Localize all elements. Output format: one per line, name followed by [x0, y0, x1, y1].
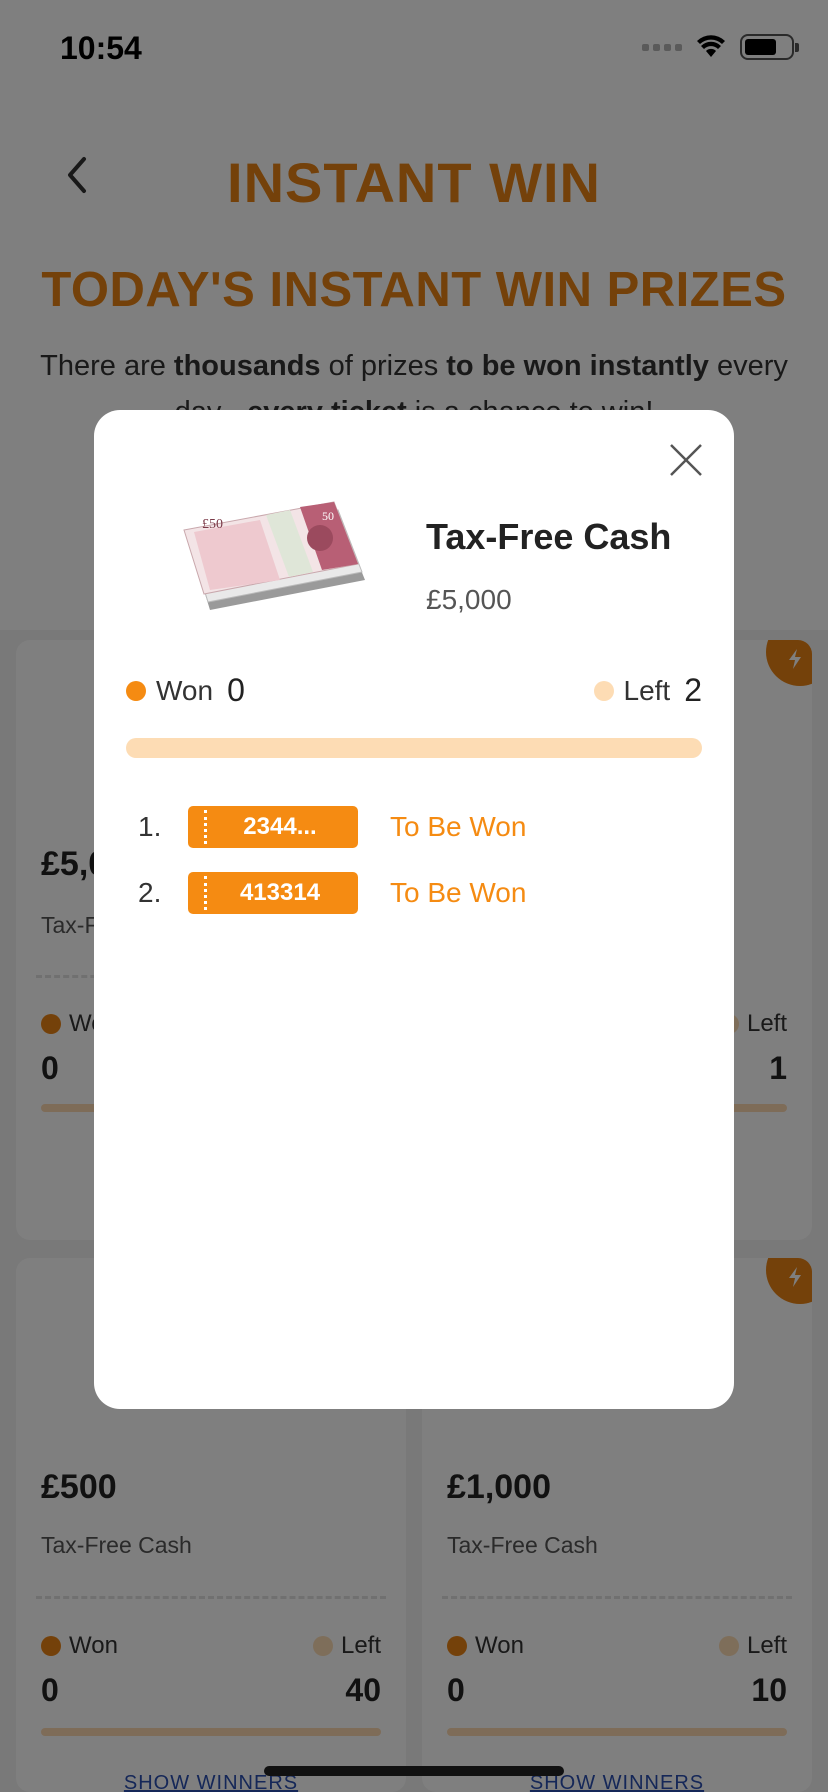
- won-dot: [126, 680, 146, 701]
- ticket-index: 2.: [138, 877, 162, 908]
- left-dot: [593, 680, 614, 701]
- left-stat: Left 2: [593, 672, 702, 709]
- ticket-row: 2. 413314 To Be Won: [138, 872, 698, 914]
- ticket-status: To Be Won: [390, 811, 527, 842]
- prize-name: Tax-Free Cash: [426, 516, 672, 557]
- prize-detail-modal: £50 50 Tax-Free Cash £5,000 Won 0 Left 2…: [94, 410, 734, 1409]
- left-count: 2: [684, 672, 702, 708]
- won-stat: Won 0: [126, 672, 245, 709]
- ticket-status: To Be Won: [390, 877, 527, 908]
- won-label: Won: [156, 674, 214, 706]
- ticket-number[interactable]: 2344...: [188, 806, 358, 848]
- banknote-stack-image: £50 50: [183, 501, 365, 610]
- svg-text:50: 50: [322, 509, 334, 523]
- left-label: Left: [623, 674, 671, 706]
- ticket-list: 1. 2344... To Be Won 2. 413314 To Be Won: [138, 806, 698, 938]
- ticket-index: 1.: [138, 811, 162, 842]
- svg-text:£50: £50: [202, 517, 223, 532]
- close-icon[interactable]: [668, 442, 704, 478]
- ticket-row: 1. 2344... To Be Won: [138, 806, 698, 848]
- prize-progress-bar: [126, 738, 702, 758]
- ticket-number[interactable]: 413314: [188, 872, 358, 914]
- home-indicator[interactable]: [264, 1766, 564, 1776]
- won-count: 0: [227, 672, 245, 708]
- prize-value: £5,000: [426, 584, 512, 615]
